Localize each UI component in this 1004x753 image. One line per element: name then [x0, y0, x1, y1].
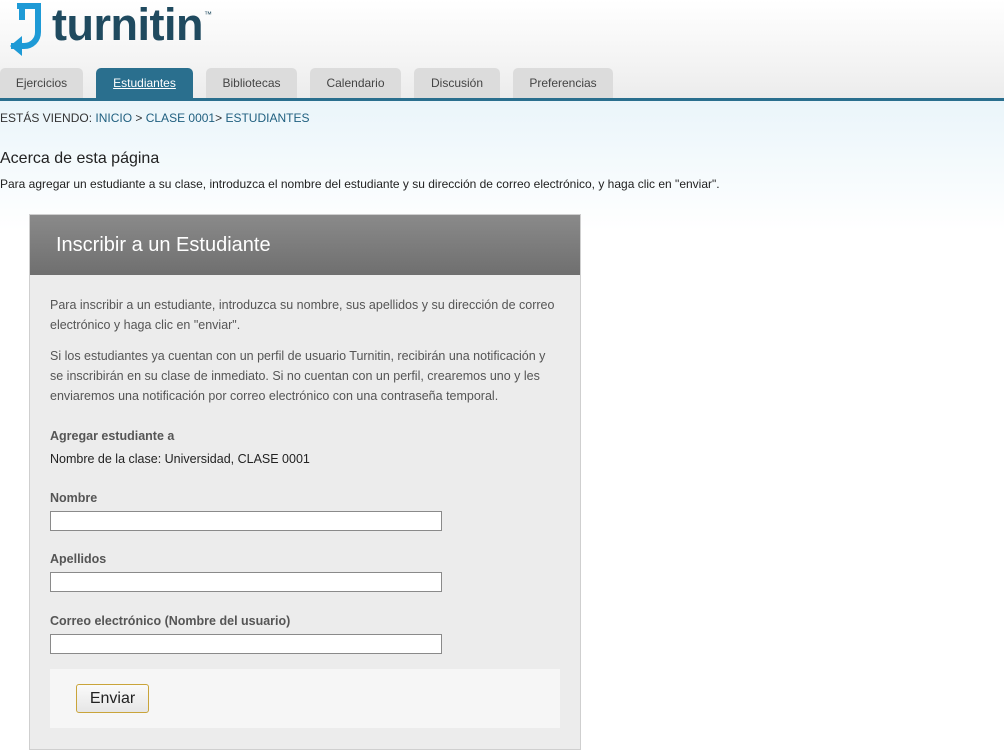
tab-discusion[interactable]: Discusión	[414, 68, 500, 99]
email-label: Correo electrónico (Nombre del usuario)	[50, 614, 291, 628]
submit-area: Enviar	[50, 669, 560, 728]
trademark: ™	[203, 10, 212, 19]
breadcrumb-current: ESTUDIANTES	[225, 111, 310, 125]
tab-estudiantes[interactable]: Estudiantes	[96, 68, 193, 99]
first-name-label: Nombre	[50, 491, 98, 505]
about-title: Acerca de esta página	[0, 150, 160, 167]
intro-text: Para inscribir a un estudiante, introduz…	[50, 298, 555, 332]
tab-bibliotecas[interactable]: Bibliotecas	[206, 68, 297, 99]
tab-ejercicios[interactable]: Ejercicios	[0, 68, 83, 99]
about-text: Para agregar un estudiante a su clase, i…	[0, 177, 720, 191]
breadcrumb-separator: >	[132, 111, 146, 125]
submit-button[interactable]: Enviar	[76, 684, 149, 713]
breadcrumb-prefix: ESTÁS VIENDO:	[0, 111, 96, 125]
info-text: Si los estudiantes ya cuentan con un per…	[50, 349, 546, 403]
email-input[interactable]	[50, 634, 442, 654]
enroll-student-panel: Inscribir a un Estudiante Para inscribir…	[29, 214, 581, 750]
class-name: Nombre de la clase: Universidad, CLASE 0…	[50, 452, 310, 466]
breadcrumb: ESTÁS VIENDO: INICIO > CLASE 0001> ESTUD…	[0, 111, 309, 125]
breadcrumb-home-link[interactable]: INICIO	[95, 111, 132, 125]
panel-title: Inscribir a un Estudiante	[30, 215, 580, 275]
breadcrumb-separator: >	[215, 111, 226, 125]
first-name-input[interactable]	[50, 511, 442, 531]
breadcrumb-class-link[interactable]: CLASE 0001	[146, 111, 215, 125]
tab-calendario[interactable]: Calendario	[310, 68, 401, 99]
tab-preferencias[interactable]: Preferencias	[513, 68, 613, 99]
brand-name: turnitin	[52, 0, 203, 50]
last-name-input[interactable]	[50, 572, 442, 592]
last-name-label: Apellidos	[50, 552, 107, 566]
panel-body: Para inscribir a un estudiante, introduz…	[30, 275, 580, 654]
turnitin-logo[interactable]: turnitin ™	[8, 2, 212, 56]
turnitin-logo-icon	[10, 3, 41, 56]
add-to-label: Agregar estudiante a	[50, 429, 175, 443]
